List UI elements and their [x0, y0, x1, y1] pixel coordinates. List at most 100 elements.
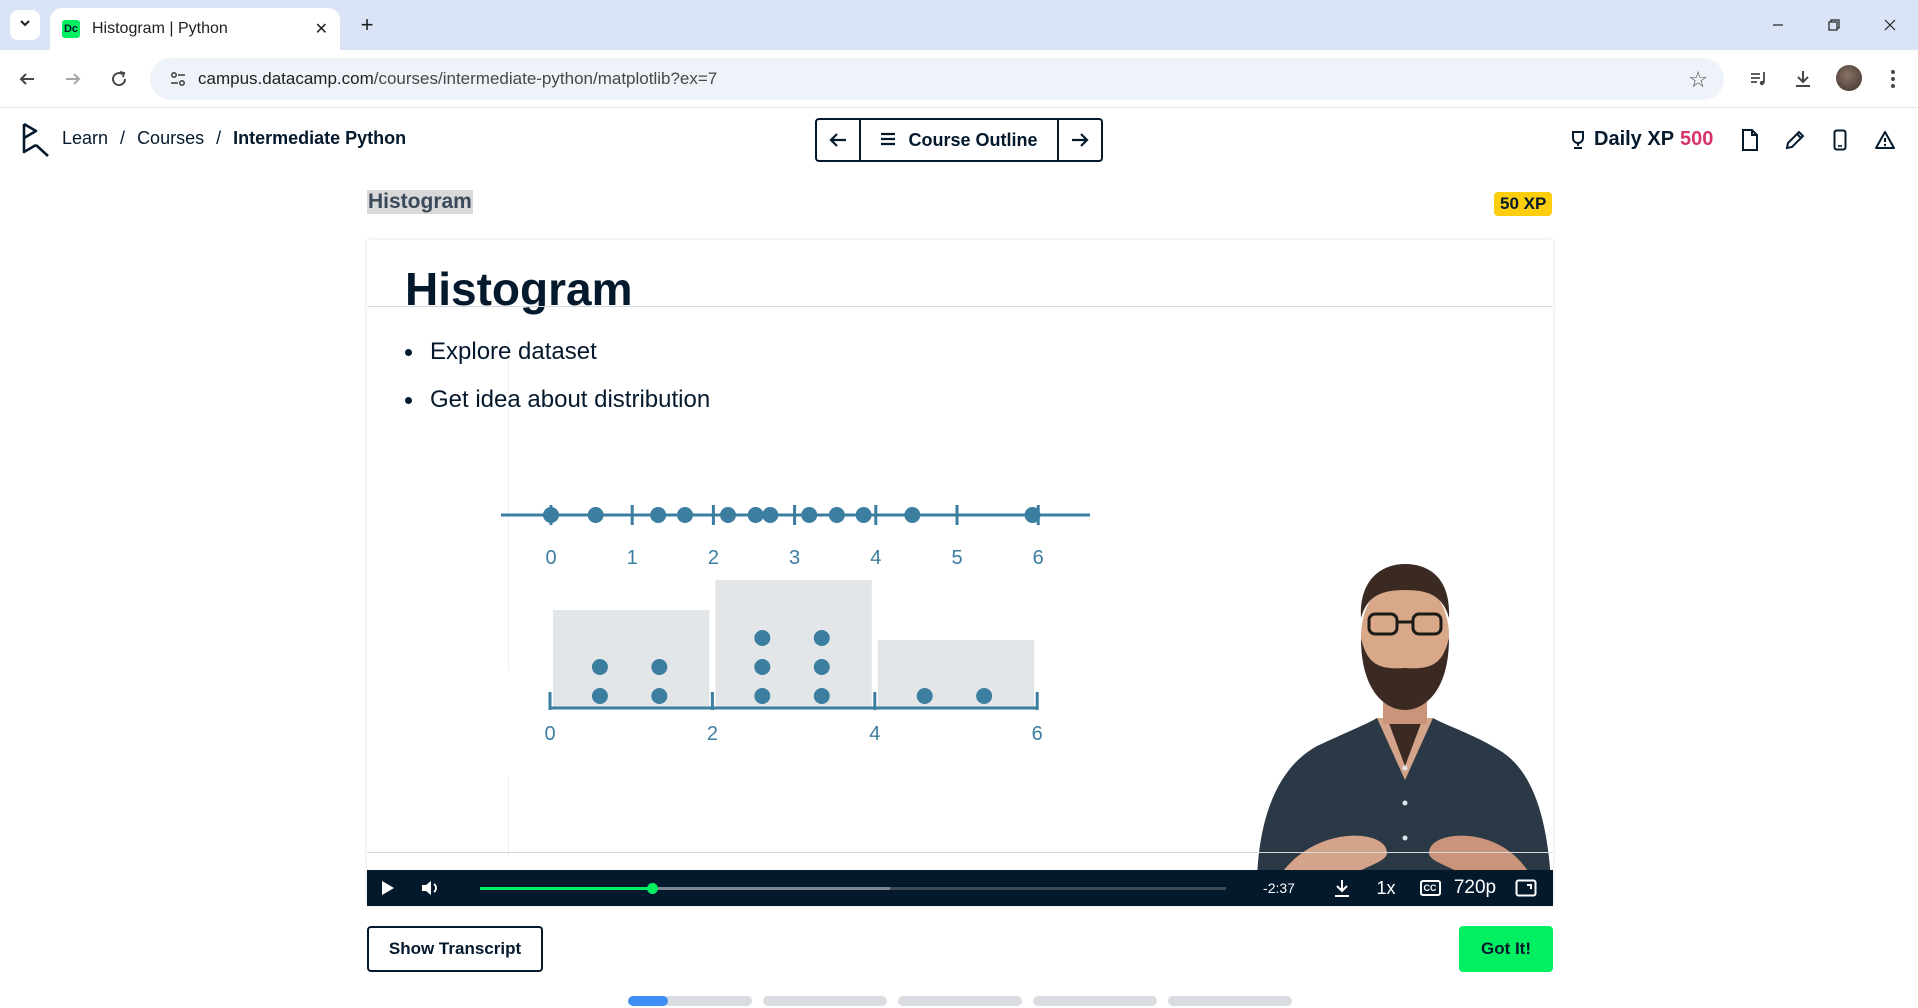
chevron-down-icon [18, 16, 32, 35]
daily-xp[interactable]: Daily XP 500 [1568, 128, 1713, 151]
arrow-right-icon [66, 73, 81, 85]
show-transcript-button[interactable]: Show Transcript [367, 926, 543, 972]
histogram-bin [877, 640, 1035, 708]
document-icon[interactable] [1738, 128, 1762, 152]
video-controls: -2:37 1x CC 720p [367, 870, 1553, 906]
close-window-button[interactable] [1862, 0, 1918, 50]
number-line-tick-label: 6 [1033, 547, 1044, 569]
breadcrumb-separator: / [216, 128, 222, 148]
breadcrumb: Learn / Courses / Intermediate Python [62, 128, 406, 149]
url-text: campus.datacamp.com/courses/intermediate… [198, 69, 717, 89]
quality-button[interactable]: 720p [1449, 870, 1501, 906]
histogram-point [813, 630, 830, 646]
number-line-tick-label: 5 [951, 547, 962, 569]
number-line-point [1024, 507, 1041, 523]
histogram-bin [715, 580, 872, 708]
course-outline-button[interactable]: Course Outline [861, 120, 1057, 160]
progress-played [480, 887, 652, 890]
number-line-point [828, 507, 845, 523]
breadcrumb-learn[interactable]: Learn [62, 128, 108, 149]
download-icon [1335, 880, 1349, 897]
time-remaining: -2:37 [1263, 880, 1295, 896]
histogram-point [651, 659, 668, 675]
tune-icon[interactable] [158, 70, 198, 88]
play-icon [382, 881, 394, 895]
number-line-tick-label: 4 [870, 547, 881, 569]
browser-tab-bar: Dc Histogram | Python ✕ + [0, 0, 1918, 50]
number-line-point [650, 507, 667, 523]
histogram-point [754, 659, 771, 675]
media-control-icon[interactable] [1744, 64, 1774, 94]
browser-tab[interactable]: Dc Histogram | Python ✕ [50, 8, 340, 50]
pencil-icon[interactable] [1783, 128, 1807, 152]
kebab-icon[interactable] [1878, 64, 1908, 94]
profile-avatar[interactable] [1836, 65, 1862, 91]
restore-button[interactable] [1806, 0, 1862, 50]
new-tab-button[interactable]: + [352, 10, 382, 40]
number-line-point [855, 507, 872, 523]
video-progress-pager [628, 996, 1303, 1006]
breadcrumb-course[interactable]: Intermediate Python [233, 128, 406, 149]
star-icon[interactable]: ☆ [1688, 67, 1708, 93]
tab-title: Histogram | Python [92, 20, 228, 37]
course-outline-label: Course Outline [908, 129, 1038, 150]
playback-speed-button[interactable]: 1x [1371, 870, 1401, 906]
previous-exercise-button[interactable] [817, 120, 861, 160]
next-exercise-button[interactable] [1057, 120, 1101, 160]
mobile-icon[interactable] [1828, 128, 1852, 152]
pager-segment [898, 996, 1022, 1006]
back-button[interactable] [12, 64, 42, 94]
url-path: /courses/intermediate-python/matplotlib?… [373, 69, 718, 88]
number-line-tick-label: 3 [789, 547, 800, 569]
histogram-point [651, 688, 668, 704]
histogram-tick-label: 4 [869, 723, 880, 745]
pager-segment-fill [628, 996, 668, 1006]
warning-icon[interactable] [1873, 128, 1897, 152]
histogram-point [813, 688, 830, 704]
histogram-bin [553, 610, 710, 708]
url-host: campus.datacamp.com [198, 69, 374, 88]
daily-xp-value: 500 [1680, 128, 1714, 150]
histogram-point [754, 630, 771, 646]
course-navigation: Course Outline [815, 118, 1103, 162]
captions-button[interactable]: CC [1415, 870, 1445, 906]
histogram-tick-label: 0 [544, 723, 555, 745]
app-header: Learn / Courses / Intermediate Python Co… [0, 108, 1918, 172]
fullscreen-icon [1515, 879, 1537, 897]
histogram-tick-label: 2 [707, 723, 718, 745]
tab-search-button[interactable] [10, 10, 40, 40]
number-line-tick-label: 2 [708, 547, 719, 569]
trophy-icon [1568, 130, 1588, 150]
play-button[interactable] [377, 870, 399, 906]
histogram-point [976, 688, 993, 704]
datacamp-logo-icon[interactable] [18, 120, 52, 160]
progress-scrubber[interactable] [646, 883, 658, 894]
minimize-button[interactable] [1750, 0, 1806, 50]
video-player[interactable]: Histogram Explore dataset Get idea about… [367, 240, 1553, 906]
address-bar[interactable]: campus.datacamp.com/courses/intermediate… [150, 58, 1724, 100]
download-icon[interactable] [1788, 64, 1818, 94]
histogram-point [916, 688, 933, 704]
reload-button[interactable] [104, 64, 134, 94]
arrow-right-icon [1072, 133, 1089, 147]
number-line-point [543, 507, 559, 523]
number-line-point [587, 507, 604, 523]
slide-bottom-divider [367, 852, 1553, 853]
exercise-title: Histogram [367, 190, 473, 214]
number-line-point [904, 507, 921, 523]
forward-button[interactable] [58, 64, 88, 94]
got-it-button[interactable]: Got It! [1459, 926, 1553, 972]
browser-toolbar: campus.datacamp.com/courses/intermediate… [0, 50, 1918, 108]
fullscreen-button[interactable] [1511, 870, 1541, 906]
number-line-tick-label: 0 [545, 547, 556, 569]
volume-button[interactable] [417, 870, 443, 906]
menu-icon [880, 130, 896, 151]
breadcrumb-separator: / [120, 128, 126, 148]
cc-icon: CC [1419, 880, 1441, 896]
number-line-point [762, 507, 779, 523]
arrow-left-icon [829, 133, 846, 147]
breadcrumb-courses[interactable]: Courses [137, 128, 204, 149]
download-video-button[interactable] [1329, 870, 1355, 906]
close-tab-icon[interactable]: ✕ [315, 19, 328, 39]
number-line-point [720, 507, 737, 523]
